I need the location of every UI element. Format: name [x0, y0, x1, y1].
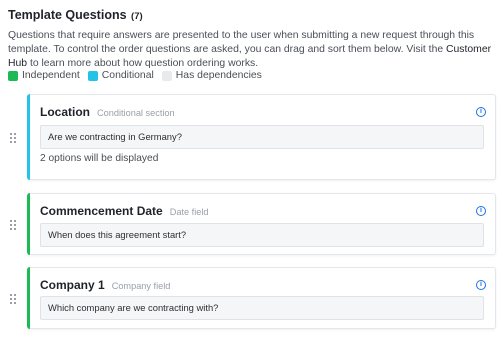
- info-icon[interactable]: i: [476, 206, 486, 216]
- info-icon[interactable]: i: [476, 280, 486, 290]
- question-text-box: Which company are we contracting with?: [40, 296, 484, 320]
- card-header: Commencement Date Date field: [40, 204, 209, 218]
- independent-swatch: [8, 70, 18, 81]
- legend-has-dependencies: Has dependencies: [161, 70, 262, 81]
- card-title: Commencement Date: [40, 204, 163, 218]
- card-type-label: Date field: [169, 207, 209, 217]
- options-note: 2 options will be displayed: [40, 153, 159, 164]
- info-icon[interactable]: i: [476, 107, 486, 117]
- question-count: (7): [131, 11, 143, 22]
- question-card-company-1[interactable]: Company 1 Company field i Which company …: [27, 267, 496, 329]
- legend: Independent Conditional Has dependencies: [8, 70, 270, 81]
- card-type-label: Conditional section: [97, 108, 175, 118]
- card-type-label: Company field: [111, 281, 171, 291]
- card-title: Location: [40, 105, 90, 119]
- card-title: Company 1: [40, 278, 105, 292]
- legend-label: Has dependencies: [175, 70, 262, 81]
- card-header: Location Conditional section: [40, 105, 175, 119]
- legend-conditional: Conditional: [87, 70, 154, 81]
- card-accent-bar: [27, 267, 30, 329]
- question-text-box: Are we contracting in Germany?: [40, 125, 484, 149]
- template-questions-header: Template Questions (7) Questions that re…: [8, 7, 498, 72]
- conditional-swatch: [87, 70, 98, 81]
- has-dependencies-swatch: [161, 70, 172, 81]
- legend-label: Independent: [22, 70, 80, 81]
- question-card-location[interactable]: Location Conditional section i Are we co…: [27, 94, 496, 180]
- section-description: Questions that require answers are prese…: [8, 29, 498, 72]
- legend-independent: Independent: [8, 70, 80, 81]
- card-accent-bar: [27, 193, 30, 255]
- section-title: Template Questions (7): [8, 7, 498, 25]
- drag-handle-icon[interactable]: [10, 294, 16, 304]
- card-accent-bar: [27, 94, 30, 180]
- drag-handle-icon[interactable]: [10, 133, 16, 143]
- legend-label: Conditional: [101, 70, 154, 81]
- drag-handle-icon[interactable]: [10, 220, 16, 230]
- description-text-end: to learn more about how question orderin…: [27, 58, 259, 70]
- question-text-box: When does this agreement start?: [40, 223, 484, 247]
- question-card-commencement-date[interactable]: Commencement Date Date field i When does…: [27, 193, 496, 255]
- card-header: Company 1 Company field: [40, 278, 170, 292]
- section-title-text: Template Questions: [8, 8, 127, 22]
- description-text: Questions that require answers are prese…: [8, 30, 475, 56]
